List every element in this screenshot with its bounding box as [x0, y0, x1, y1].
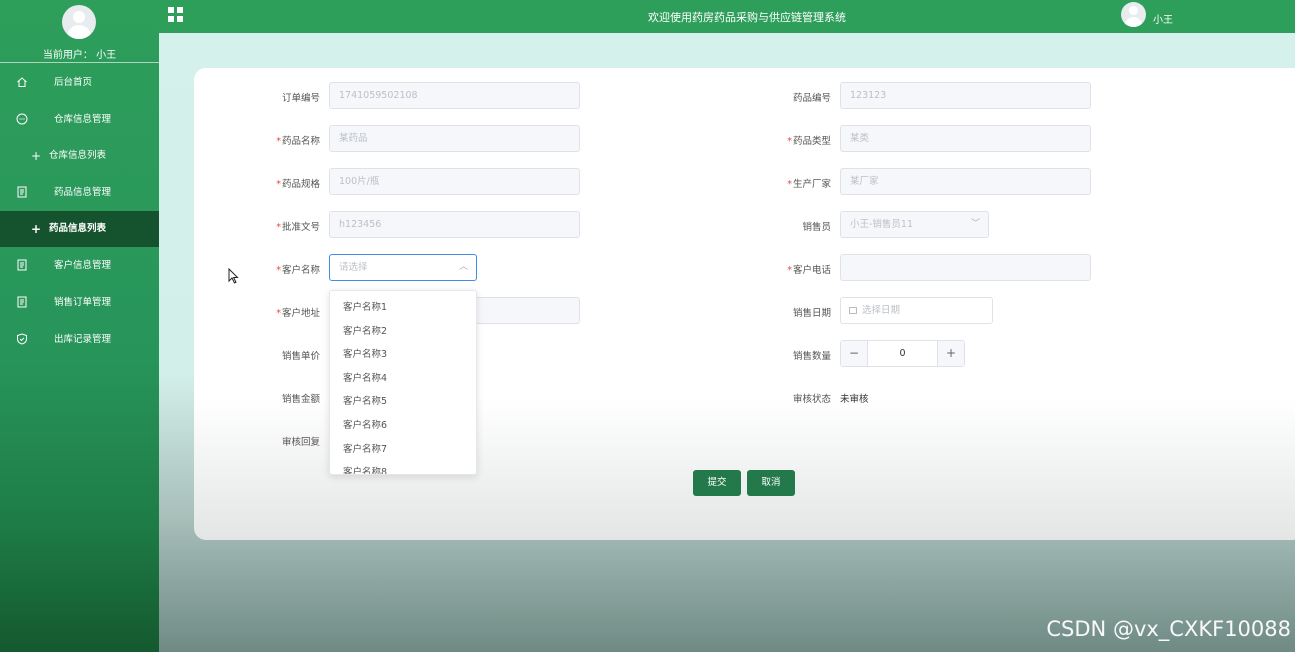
dropdown-option[interactable]: 客户名称6 — [330, 414, 476, 438]
unit-price-label: 销售单价 — [281, 351, 320, 362]
order-no-label: 订单编号 — [281, 93, 320, 104]
sidebar-item-label: 销售订单管理 — [54, 297, 112, 308]
drug-no-input[interactable]: 123123 — [840, 82, 1091, 109]
quantity-value[interactable]: 0 — [868, 341, 937, 366]
dropdown-option[interactable]: 客户名称7 — [330, 438, 476, 462]
chat-icon — [16, 113, 28, 125]
chevron-up-icon: ︿ — [458, 262, 468, 272]
watermark-text: CSDN @vx_CXKF10088 — [1046, 617, 1291, 641]
sidebar-item-label: 仓库信息列表 — [49, 150, 107, 161]
review-status-label: 审核状态 — [792, 394, 831, 405]
approval-no-input[interactable]: h123456 — [329, 211, 580, 238]
approval-no-label: *批准文号 — [276, 222, 320, 233]
sidebar-item-drug-list[interactable]: + 药品信息列表 — [0, 211, 159, 247]
customer-address-label: *客户地址 — [276, 308, 320, 319]
sale-date-placeholder: 选择日期 — [862, 305, 901, 316]
sidebar-item-drug-manage[interactable]: 药品信息管理 — [0, 174, 159, 211]
header-avatar[interactable] — [1121, 2, 1146, 27]
dropdown-option[interactable]: 客户名称1 — [330, 296, 476, 320]
order-no-input[interactable]: 1741059502108 — [329, 82, 580, 109]
calendar-icon — [849, 307, 857, 314]
chevron-down-icon: ﹀ — [970, 219, 980, 229]
document-icon — [17, 296, 27, 308]
sidebar: 当前用户： 小王 后台首页 仓库信息管理 + 仓库信息列表 药品信息管理 + 药… — [0, 0, 159, 652]
drug-name-input[interactable]: 某药品 — [329, 125, 580, 152]
review-reply-label: 审核回复 — [281, 437, 320, 448]
current-user-label: 当前用户： 小王 — [42, 50, 117, 61]
header-username[interactable]: 小王 — [1153, 11, 1173, 26]
user-avatar[interactable] — [62, 5, 96, 39]
drug-type-label: *药品类型 — [787, 136, 831, 147]
sidebar-item-label: 仓库信息管理 — [54, 114, 112, 125]
dropdown-option[interactable]: 客户名称4 — [330, 367, 476, 391]
drug-spec-label: *药品规格 — [276, 179, 320, 190]
top-bar: 欢迎使用药房药品采购与供应链管理系统 小王 — [159, 0, 1295, 33]
drug-name-label: *药品名称 — [276, 136, 320, 147]
amount-label: 销售金额 — [281, 394, 320, 405]
dropdown-option[interactable]: 客户名称2 — [330, 320, 476, 344]
customer-name-dropdown: 客户名称1 客户名称2 客户名称3 客户名称4 客户名称5 客户名称6 客户名称… — [329, 290, 477, 475]
document-icon — [17, 259, 27, 271]
sidebar-item-warehouse-manage[interactable]: 仓库信息管理 — [0, 101, 159, 138]
shield-icon — [17, 333, 27, 345]
sidebar-item-label: 后台首页 — [54, 77, 93, 88]
drug-spec-input[interactable]: 100片/瓶 — [329, 168, 580, 195]
customer-phone-label: *客户电话 — [787, 265, 831, 276]
salesperson-select[interactable]: 小王-销售员11 ﹀ — [840, 211, 989, 238]
sidebar-item-home[interactable]: 后台首页 — [0, 64, 159, 101]
review-status-value: 未审核 — [840, 394, 869, 405]
quantity-increase-button[interactable]: + — [937, 341, 964, 366]
sale-date-label: 销售日期 — [792, 308, 831, 319]
sidebar-menu: 后台首页 仓库信息管理 + 仓库信息列表 药品信息管理 + 药品信息列表 客户信… — [0, 64, 159, 358]
drug-type-input[interactable]: 某类 — [840, 125, 1091, 152]
manufacturer-input[interactable]: 某厂家 — [840, 168, 1091, 195]
cancel-button[interactable]: 取消 — [747, 470, 795, 496]
salesperson-value: 小王-销售员11 — [850, 219, 914, 230]
sidebar-item-label: 出库记录管理 — [54, 334, 112, 345]
drug-no-label: 药品编号 — [792, 93, 831, 104]
plus-icon: + — [31, 149, 42, 163]
customer-name-placeholder: 请选择 — [339, 262, 368, 273]
sidebar-item-label: 药品信息列表 — [49, 223, 107, 234]
customer-name-select[interactable]: 请选择 ︿ — [329, 254, 477, 281]
customer-name-label: *客户名称 — [276, 265, 320, 276]
dropdown-option[interactable]: 客户名称5 — [330, 390, 476, 414]
dropdown-option[interactable]: 客户名称8 — [330, 461, 476, 474]
submit-button[interactable]: 提交 — [693, 470, 741, 496]
quantity-label: 销售数量 — [792, 351, 831, 362]
salesperson-label: 销售员 — [802, 222, 831, 233]
sidebar-item-outbound[interactable]: 出库记录管理 — [0, 321, 159, 358]
sidebar-divider — [0, 62, 159, 63]
sidebar-item-sales-order[interactable]: 销售订单管理 — [0, 284, 159, 321]
dropdown-option[interactable]: 客户名称3 — [330, 343, 476, 367]
home-icon — [17, 77, 27, 87]
document-icon — [17, 186, 27, 198]
sidebar-item-warehouse-list[interactable]: + 仓库信息列表 — [0, 138, 159, 174]
sidebar-item-label: 药品信息管理 — [54, 187, 112, 198]
mouse-cursor-icon — [228, 268, 239, 284]
quantity-decrease-button[interactable]: − — [841, 341, 868, 366]
manufacturer-label: *生产厂家 — [787, 179, 831, 190]
sale-date-picker[interactable]: 选择日期 — [840, 297, 993, 324]
quantity-stepper: − 0 + — [840, 340, 965, 367]
plus-icon: + — [31, 222, 42, 236]
customer-phone-input[interactable] — [840, 254, 1091, 281]
sidebar-item-label: 客户信息管理 — [54, 260, 112, 271]
sidebar-item-customer-manage[interactable]: 客户信息管理 — [0, 247, 159, 284]
